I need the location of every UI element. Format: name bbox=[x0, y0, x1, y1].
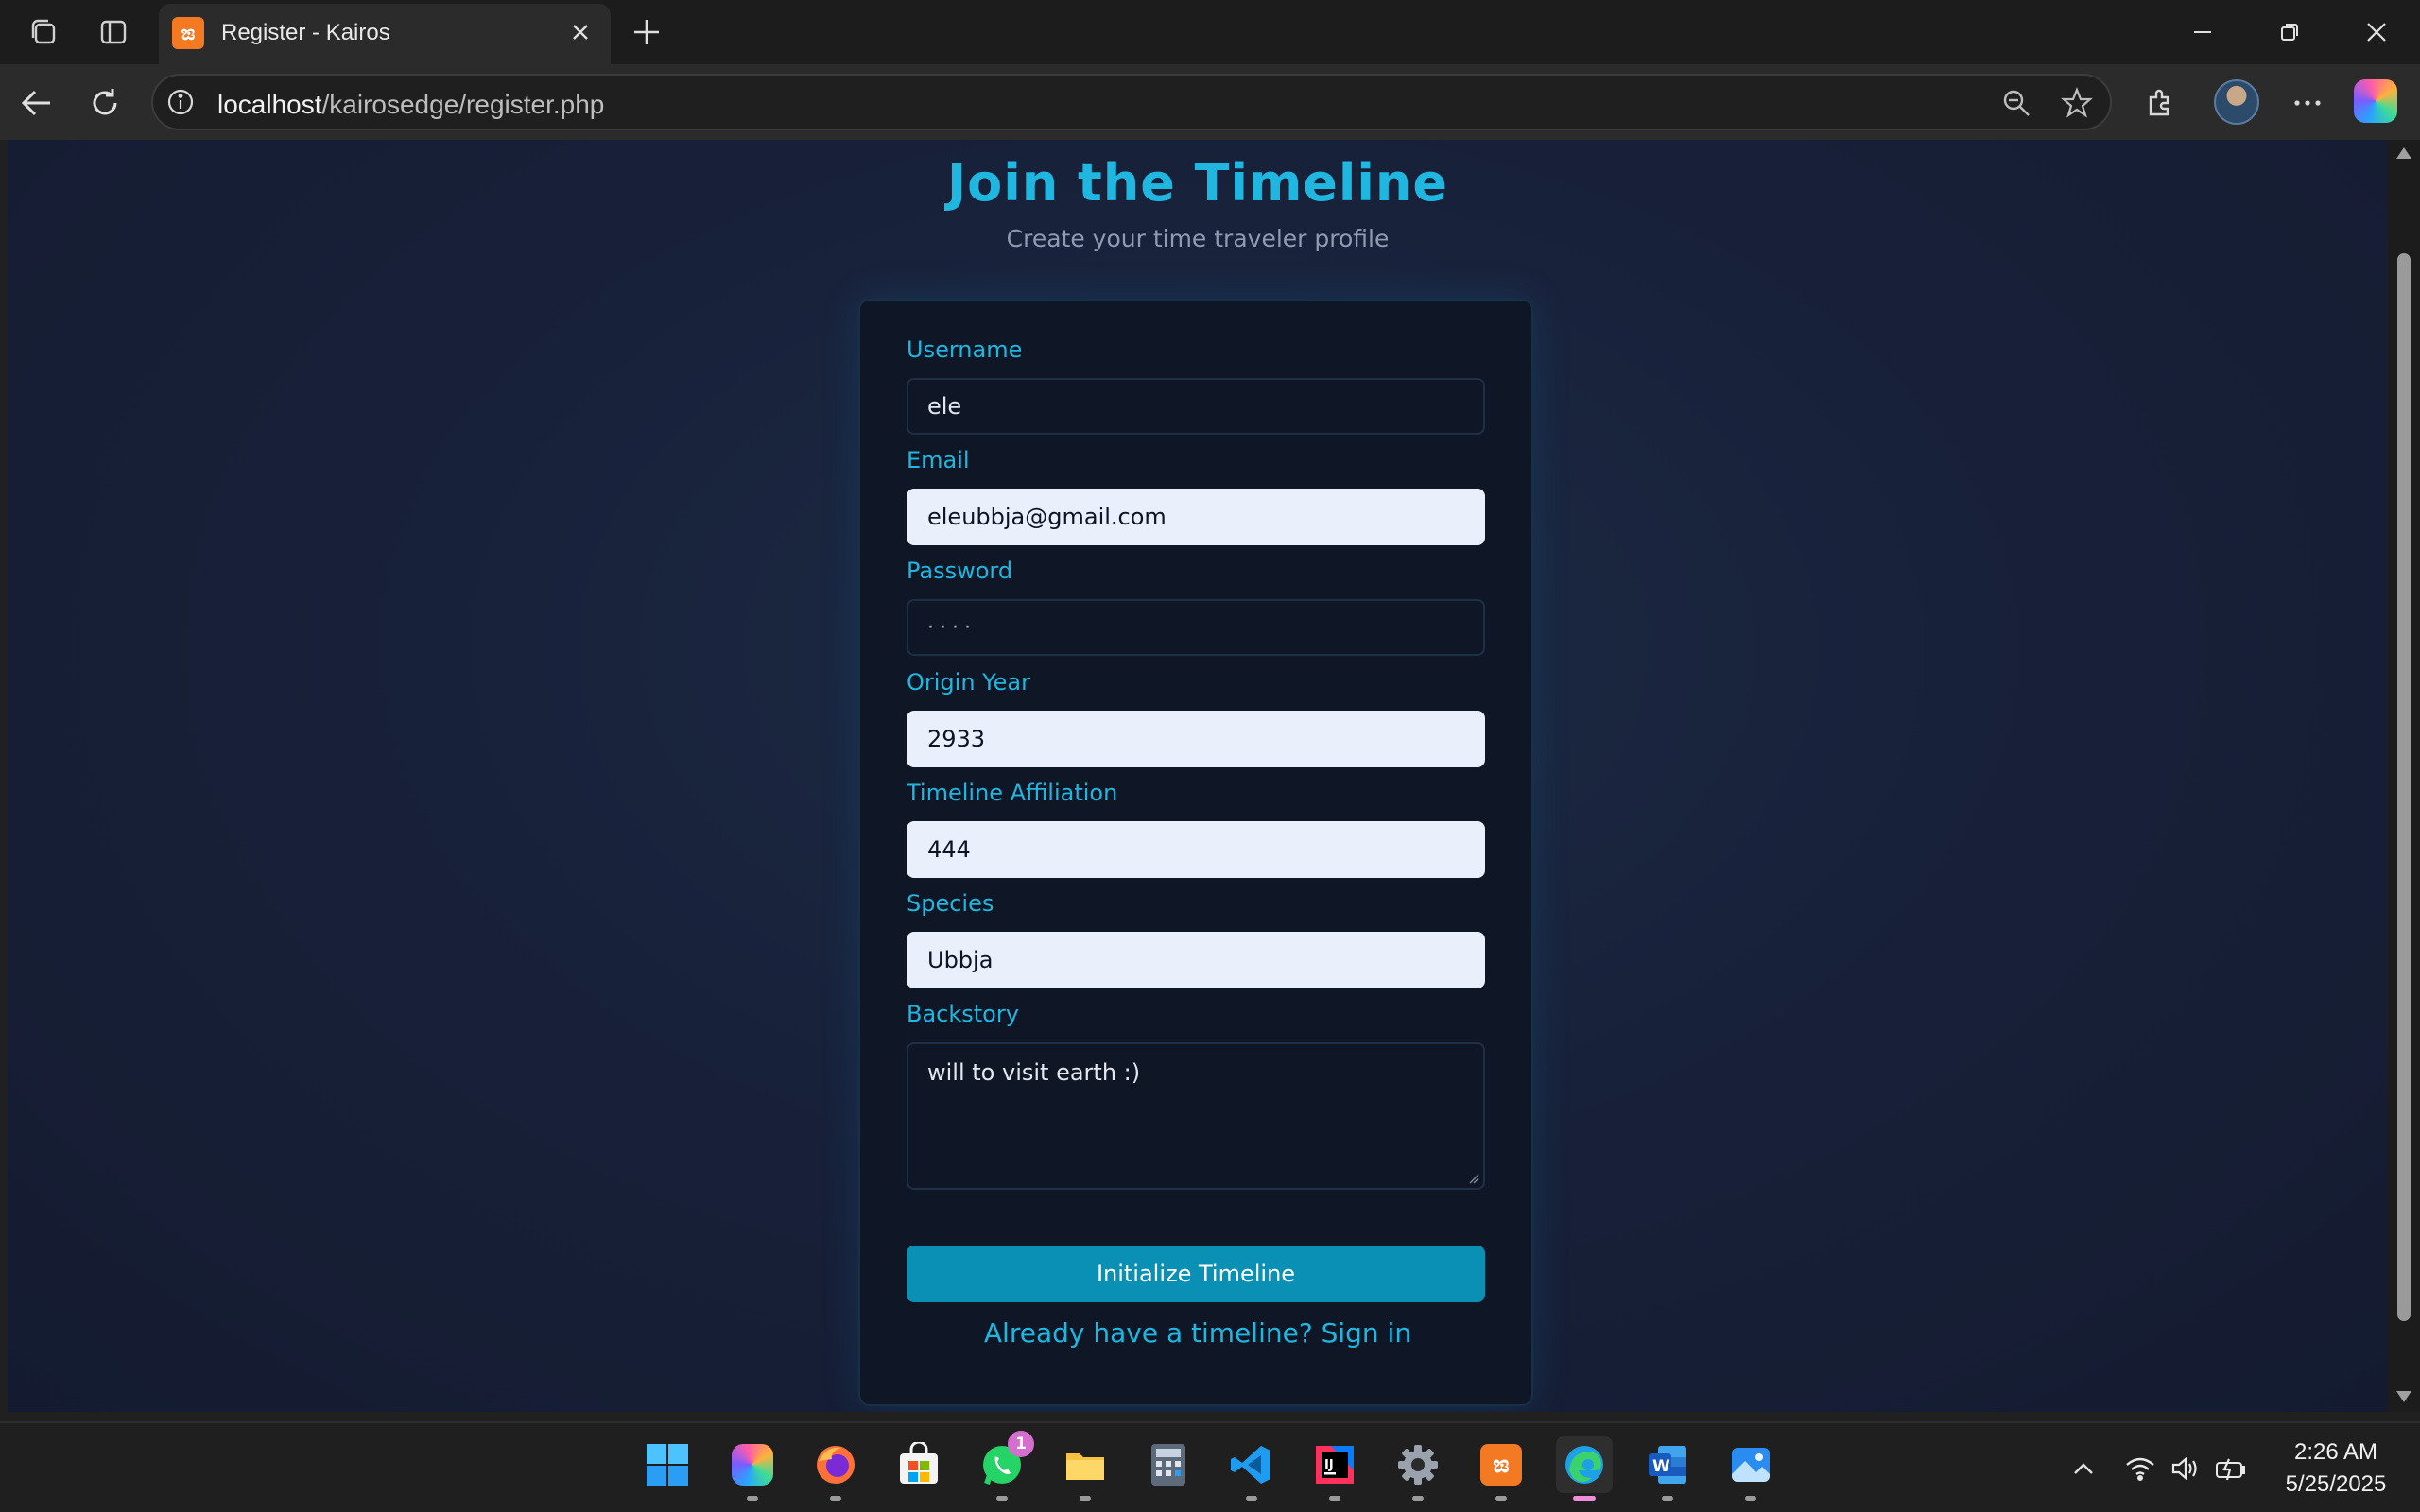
species-input[interactable]: Ubbja bbox=[907, 932, 1485, 988]
firefox-icon[interactable] bbox=[807, 1436, 864, 1501]
volume-icon[interactable] bbox=[2169, 1452, 2203, 1486]
new-tab-icon[interactable] bbox=[626, 11, 667, 53]
settings-gear-icon[interactable] bbox=[1390, 1436, 1446, 1501]
browser-tab-register[interactable]: ಙ Register - Kairos bbox=[159, 4, 611, 64]
initialize-timeline-button[interactable]: Initialize Timeline bbox=[907, 1246, 1485, 1302]
browser-toolbar: localhost/kairosedge/register.php bbox=[0, 64, 2420, 140]
password-label: Password bbox=[907, 558, 1013, 584]
address-host: localhost bbox=[217, 90, 322, 119]
profile-avatar[interactable] bbox=[2214, 79, 2259, 125]
windows-taskbar: 1 IJ ಙ W 2:26 AM 5/25/2025 bbox=[0, 1421, 2420, 1512]
show-hidden-icons-chevron-icon[interactable] bbox=[2066, 1452, 2100, 1486]
origin-year-label: Origin Year bbox=[907, 669, 1030, 696]
restore-icon[interactable] bbox=[2261, 9, 2318, 55]
favorite-star-icon[interactable] bbox=[2061, 87, 2093, 119]
backstory-value: will to visit earth :) bbox=[927, 1059, 1141, 1086]
file-explorer-icon[interactable] bbox=[1057, 1436, 1114, 1501]
svg-text:W: W bbox=[1652, 1457, 1670, 1476]
copilot-app-icon[interactable] bbox=[724, 1436, 781, 1501]
page-scrollbar[interactable] bbox=[2388, 140, 2420, 1412]
tab-actions-icon[interactable] bbox=[95, 13, 132, 51]
sign-in-link[interactable]: Already have a timeline? Sign in bbox=[860, 1317, 1535, 1349]
address-path: /kairosedge/register.php bbox=[321, 90, 605, 119]
whatsapp-icon[interactable]: 1 bbox=[974, 1431, 1034, 1501]
page-viewport: Join the Timeline Create your time trave… bbox=[8, 140, 2388, 1412]
tab-title: Register - Kairos bbox=[221, 20, 390, 45]
scroll-down-arrow-icon[interactable] bbox=[2396, 1391, 2411, 1402]
back-arrow-icon[interactable] bbox=[15, 81, 59, 125]
site-info-icon[interactable] bbox=[166, 88, 195, 116]
username-label: Username bbox=[907, 336, 1023, 363]
system-clock[interactable]: 2:26 AM 5/25/2025 bbox=[2265, 1436, 2407, 1501]
scroll-up-arrow-icon[interactable] bbox=[2396, 147, 2411, 159]
close-tab-icon[interactable] bbox=[563, 15, 597, 49]
address-url[interactable]: localhost/kairosedge/register.php bbox=[217, 90, 604, 120]
species-value: Ubbja bbox=[927, 947, 994, 973]
email-value: eleubbja@gmail.com bbox=[927, 504, 1167, 530]
more-options-icon[interactable] bbox=[2286, 81, 2329, 125]
scrollbar-thumb[interactable] bbox=[2397, 253, 2411, 1321]
clock-time: 2:26 AM bbox=[2293, 1439, 2378, 1465]
close-window-icon[interactable] bbox=[2348, 9, 2405, 55]
intellij-idea-icon[interactable]: IJ bbox=[1306, 1436, 1363, 1501]
register-form: Username ele Email eleubbja@gmail.com Pa… bbox=[858, 299, 1533, 1406]
password-input[interactable]: ···· bbox=[907, 599, 1485, 656]
xampp-icon[interactable]: ಙ bbox=[1473, 1436, 1530, 1501]
timeline-affiliation-label: Timeline Affiliation bbox=[907, 780, 1118, 806]
whatsapp-notification-badge: 1 bbox=[1008, 1431, 1034, 1457]
email-label: Email bbox=[907, 447, 970, 473]
timeline-affiliation-input[interactable]: 444 bbox=[907, 821, 1485, 878]
refresh-icon[interactable] bbox=[83, 81, 127, 125]
backstory-label: Backstory bbox=[907, 1001, 1019, 1027]
username-value: ele bbox=[927, 393, 962, 420]
word-icon[interactable]: W bbox=[1639, 1436, 1696, 1501]
species-label: Species bbox=[907, 890, 994, 917]
wifi-icon[interactable] bbox=[2123, 1452, 2157, 1486]
address-bar[interactable]: localhost/kairosedge/register.php bbox=[151, 74, 2112, 130]
workspaces-icon[interactable] bbox=[25, 13, 62, 51]
start-windows-icon[interactable] bbox=[639, 1436, 696, 1493]
microsoft-store-icon[interactable] bbox=[890, 1436, 947, 1493]
origin-year-value: 2933 bbox=[927, 726, 986, 752]
calculator-icon[interactable] bbox=[1140, 1436, 1197, 1493]
origin-year-input[interactable]: 2933 bbox=[907, 711, 1485, 767]
resize-handle-icon[interactable] bbox=[1468, 1173, 1479, 1184]
edge-browser-icon[interactable] bbox=[1556, 1436, 1613, 1501]
extensions-icon[interactable] bbox=[2138, 81, 2182, 125]
backstory-textarea[interactable]: will to visit earth :) bbox=[907, 1042, 1485, 1190]
timeline-affiliation-value: 444 bbox=[927, 836, 971, 863]
page-subtitle: Create your time traveler profile bbox=[1006, 225, 1390, 252]
vscode-icon[interactable] bbox=[1223, 1436, 1280, 1501]
svg-text:IJ: IJ bbox=[1324, 1458, 1334, 1472]
email-input[interactable]: eleubbja@gmail.com bbox=[907, 489, 1485, 545]
minimize-icon[interactable] bbox=[2174, 9, 2231, 55]
battery-charging-icon[interactable] bbox=[2214, 1452, 2248, 1486]
username-input[interactable]: ele bbox=[907, 378, 1485, 435]
xampp-favicon-icon: ಙ bbox=[172, 17, 204, 49]
password-value: ···· bbox=[927, 615, 977, 640]
browser-titlebar: ಙ Register - Kairos bbox=[0, 0, 2420, 64]
copilot-icon[interactable] bbox=[2354, 79, 2397, 123]
zoom-out-icon[interactable] bbox=[2000, 87, 2032, 119]
photos-icon[interactable] bbox=[1722, 1436, 1779, 1501]
page-title: Join the Timeline bbox=[947, 153, 1448, 213]
clock-date: 5/25/2025 bbox=[2285, 1471, 2387, 1497]
